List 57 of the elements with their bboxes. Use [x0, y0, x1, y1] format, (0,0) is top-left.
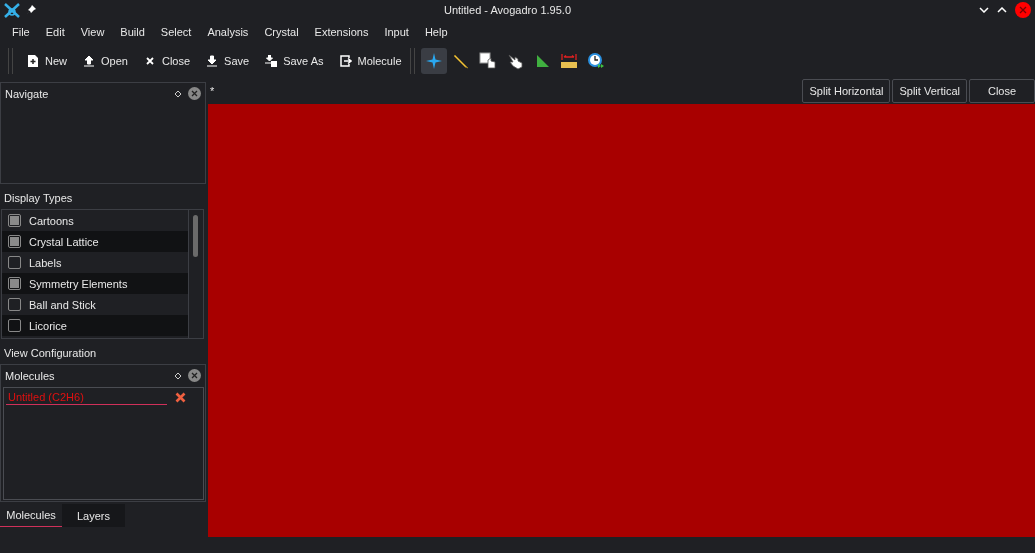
minimize-icon[interactable]	[979, 7, 989, 13]
export-icon	[339, 55, 352, 67]
panel-title: Molecules	[5, 369, 56, 382]
checkbox-label: Cartoons	[29, 214, 74, 227]
toolbar-button[interactable]: New	[19, 51, 75, 71]
view-button[interactable]: Split Vertical	[892, 79, 967, 103]
checkbox-label: Ball and Stick	[29, 298, 96, 311]
menu-item[interactable]: Build	[112, 26, 153, 38]
clock-icon	[586, 52, 605, 70]
section-title: View Configuration	[3, 346, 98, 361]
toolbar-button[interactable]: Save As	[257, 51, 332, 71]
window-title: Untitled - Avogadro 1.95.0	[443, 4, 572, 16]
menu-item[interactable]: Extensions	[306, 26, 377, 38]
view-button[interactable]: Split Horizontal	[802, 79, 891, 103]
menu-item[interactable]: Help	[416, 26, 456, 38]
view-button[interactable]: Close	[969, 79, 1035, 103]
checkbox[interactable]	[8, 235, 21, 248]
checkbox-label: Licorice	[29, 319, 67, 332]
maximize-icon[interactable]	[997, 7, 1007, 13]
close-icon[interactable]	[1015, 2, 1031, 18]
close-icon[interactable]	[188, 87, 201, 100]
new-file-icon	[27, 55, 39, 67]
menu-item[interactable]: Crystal	[256, 26, 307, 38]
menu-item[interactable]: File	[4, 26, 38, 38]
menu-item[interactable]: Select	[152, 26, 200, 38]
tab[interactable]: Layers	[62, 504, 125, 527]
checkbox[interactable]	[8, 319, 21, 332]
menu-item[interactable]: Analysis	[199, 26, 257, 38]
remove-icon	[175, 392, 186, 403]
menu-item[interactable]: Edit	[37, 26, 73, 38]
view-tab[interactable]: *	[208, 85, 801, 97]
checkbox-label: Labels	[29, 256, 62, 269]
app-logo-icon	[4, 2, 20, 18]
float-icon[interactable]	[174, 371, 182, 380]
section-title: Display Types	[3, 191, 74, 206]
checkbox[interactable]	[8, 214, 21, 227]
checkbox-label: Symmetry Elements	[29, 277, 128, 290]
upload-icon	[83, 55, 95, 67]
close-icon[interactable]	[188, 369, 201, 382]
toolbar-button[interactable]: Open	[75, 51, 136, 71]
toolbar-button[interactable]: Close	[135, 51, 199, 71]
checkbox-label: Crystal Lattice	[29, 235, 99, 248]
checkbox[interactable]	[8, 256, 21, 269]
close-icon	[143, 55, 156, 67]
save-as-icon	[265, 55, 278, 67]
download-icon	[206, 55, 219, 67]
checkbox[interactable]	[8, 277, 21, 290]
ruler-icon	[559, 52, 578, 70]
pencil-icon	[451, 52, 470, 70]
menu-item[interactable]: Input	[376, 26, 417, 38]
toolbar-button[interactable]: Molecule	[331, 51, 410, 71]
toolbar-button[interactable]: Save	[198, 51, 258, 71]
checkbox[interactable]	[8, 298, 21, 311]
panel-title: Navigate	[5, 87, 50, 100]
menu-item[interactable]: View	[72, 26, 113, 38]
tool-button[interactable]	[420, 48, 447, 74]
float-icon[interactable]	[174, 89, 182, 98]
